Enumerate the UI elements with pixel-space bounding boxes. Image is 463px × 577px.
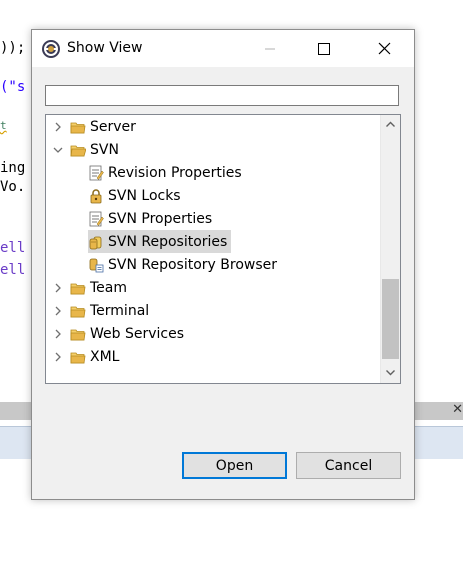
tree-item-xml[interactable]: XML <box>52 345 123 368</box>
scrollbar-thumb[interactable] <box>382 279 399 359</box>
chevron-down-icon[interactable] <box>52 144 64 156</box>
tree-item-label: SVN <box>90 141 119 158</box>
tree-item-revision-properties[interactable]: Revision Properties <box>88 161 246 184</box>
tree-item-label: SVN Repositories <box>108 233 228 250</box>
close-button[interactable] <box>361 30 407 67</box>
folder-icon <box>70 329 86 340</box>
title-bar[interactable]: Show View <box>32 30 414 67</box>
close-icon <box>378 42 390 55</box>
properties-icon <box>89 211 104 226</box>
chevron-right-icon[interactable] <box>52 121 64 133</box>
repositories-icon <box>89 236 102 249</box>
code-line: ("s <box>0 79 26 95</box>
tree-item-svn-repositories[interactable]: SVN Repositories <box>88 230 232 253</box>
eclipse-icon <box>42 40 60 58</box>
chevron-right-icon[interactable] <box>52 328 64 340</box>
maximize-button[interactable] <box>301 30 347 67</box>
code-line: ell <box>0 240 26 256</box>
folder-icon <box>70 283 86 294</box>
tree-item-label: XML <box>90 348 120 365</box>
open-button[interactable]: Open <box>182 452 287 479</box>
filter-input[interactable] <box>45 85 399 106</box>
scroll-down-icon[interactable] <box>385 367 396 378</box>
tree-item-label: Revision Properties <box>108 164 242 181</box>
code-line: )); <box>0 40 26 56</box>
tree-item-label: Team <box>90 279 128 296</box>
tree-item-svn-locks[interactable]: SVN Locks <box>88 184 185 207</box>
code-line: t <box>0 119 7 132</box>
cancel-button[interactable]: Cancel <box>296 452 401 479</box>
chevron-right-icon[interactable] <box>52 305 64 317</box>
repository-browser-icon <box>89 258 104 272</box>
maximize-icon <box>318 42 330 55</box>
tree-item-svn-repository-browser[interactable]: SVN Repository Browser <box>88 253 281 276</box>
code-line: Vo. <box>0 179 26 195</box>
tree-item-label: SVN Repository Browser <box>108 256 278 273</box>
chevron-right-icon[interactable] <box>52 282 64 294</box>
folder-icon <box>70 306 86 317</box>
tree-item-terminal[interactable]: Terminal <box>52 299 153 322</box>
scroll-up-icon[interactable] <box>385 119 396 130</box>
tree-item-label: SVN Locks <box>108 187 181 204</box>
tree-item-svn[interactable]: SVN <box>52 138 123 161</box>
properties-icon <box>89 165 104 180</box>
tree-scrollbar[interactable] <box>380 115 400 383</box>
lock-icon <box>90 188 102 203</box>
show-view-dialog: Show View Server SVN Revision Properties <box>31 29 415 500</box>
tree-item-server[interactable]: Server <box>52 115 140 138</box>
close-icon[interactable]: ✕ <box>452 402 463 417</box>
code-line: ing <box>0 160 26 176</box>
dialog-title: Show View <box>67 40 143 56</box>
tree-item-label: Server <box>90 118 136 135</box>
tree-item-label: Terminal <box>90 302 150 319</box>
tree-item-svn-properties[interactable]: SVN Properties <box>88 207 216 230</box>
folder-icon <box>70 122 86 133</box>
view-tree[interactable]: Server SVN Revision Properties SVN Locks… <box>45 114 401 384</box>
chevron-right-icon[interactable] <box>52 351 64 363</box>
folder-open-icon <box>70 145 86 156</box>
code-line: ell <box>0 262 26 278</box>
tree-item-web-services[interactable]: Web Services <box>52 322 188 345</box>
folder-icon <box>70 352 86 363</box>
tree-item-team[interactable]: Team <box>52 276 131 299</box>
tree-item-label: Web Services <box>90 325 185 342</box>
minimize-button[interactable] <box>247 30 293 67</box>
minimize-icon <box>265 48 275 49</box>
tree-item-label: SVN Properties <box>108 210 213 227</box>
